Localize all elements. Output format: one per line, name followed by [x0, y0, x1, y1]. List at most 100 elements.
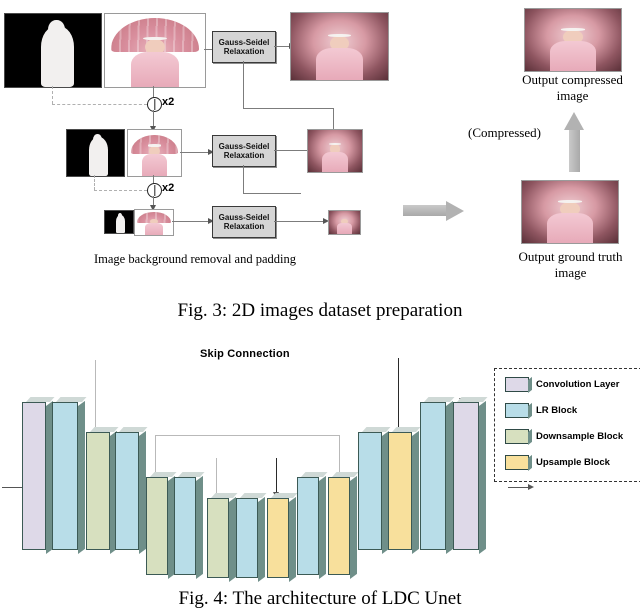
mask-silhouette-shape	[115, 214, 126, 233]
unet-output-arrowhead	[528, 483, 534, 490]
gs-box-3-line1: Gauss-Seidel	[218, 212, 270, 222]
gs-box-2-line1: Gauss-Seidel	[218, 141, 270, 151]
swatch-side-face	[528, 376, 532, 393]
arrow-tip	[564, 112, 584, 130]
mask-silhouette-shape	[88, 137, 109, 176]
unet-block-downsample-1	[86, 427, 119, 554]
unet-input-arrow-line	[2, 487, 24, 488]
unet-block-lr-3	[174, 472, 205, 579]
skip-line-mid-vertical	[216, 458, 217, 498]
gs-box-3-line2: Relaxation	[223, 222, 265, 231]
gs1-feedback-down	[243, 61, 244, 108]
downsample-node-1	[147, 97, 162, 112]
legend-label-convolution-layer: Convolution Layer	[536, 379, 620, 390]
block-side-face	[479, 400, 486, 554]
block-front-face	[115, 432, 139, 550]
headband-shape	[148, 144, 161, 147]
row3-padded-photo	[134, 209, 174, 236]
skip-line-inner-top	[155, 435, 340, 436]
body-shape	[337, 222, 352, 234]
block-front-face	[52, 402, 78, 550]
body-shape	[316, 47, 363, 80]
unet-block-lr-5	[358, 427, 391, 554]
processed-canvas-groundtruth	[522, 181, 618, 243]
block-side-face	[319, 475, 326, 579]
body-shape	[131, 51, 179, 87]
block-front-face	[86, 432, 110, 550]
photo-canvas	[135, 210, 173, 235]
processed-canvas-compressed	[525, 9, 621, 71]
swatch-side-face	[528, 402, 532, 419]
legend-row-downsample-block: Downsample Block	[505, 428, 624, 445]
unet-block-upsample-2	[328, 472, 359, 579]
processed-canvas-2	[308, 130, 362, 172]
output-ground-truth-label: Output ground truth image	[501, 249, 640, 282]
block-front-face	[453, 402, 479, 550]
downsample-label-2: x2	[162, 182, 175, 194]
block-front-face	[22, 402, 46, 550]
processed-canvas-3	[329, 211, 360, 234]
unet-legend-box: Convolution Layer LR Block Downsample Bl…	[494, 368, 640, 482]
row3-gs-to-output-line	[274, 221, 325, 222]
row1-source-photo	[104, 13, 206, 88]
output-compressed-image	[524, 8, 622, 72]
headband-shape	[327, 33, 352, 38]
gauss-seidel-box-2: Gauss-Seidel Relaxation	[212, 135, 276, 167]
legend-label-lr-block: LR Block	[536, 405, 578, 416]
block-front-face	[146, 477, 168, 575]
body-shape	[549, 41, 597, 71]
photo-canvas	[105, 14, 205, 87]
arrow-shaft	[403, 205, 447, 216]
gs1-feedback-to-row2	[333, 108, 334, 129]
legend-swatch-downsample-block	[505, 428, 532, 445]
compressed-up-arrow	[564, 112, 584, 172]
block-side-face	[412, 430, 419, 554]
figure-3-caption: Fig. 3: 2D images dataset preparation	[177, 300, 463, 321]
unet-block-downsample-2	[146, 472, 177, 579]
unet-block-downsample-3	[207, 493, 238, 582]
block-side-face	[446, 400, 453, 554]
row1-processed-output-image	[290, 12, 389, 81]
block-side-face	[196, 475, 203, 579]
unet-block-lr-2	[115, 427, 148, 554]
block-front-face	[207, 498, 229, 578]
unet-block-upsample-1	[267, 493, 298, 582]
row1-binary-mask-image	[4, 13, 102, 88]
legend-swatch-lr-block	[505, 402, 532, 419]
row3-binary-mask-image	[104, 210, 134, 234]
gauss-seidel-box-1: Gauss-Seidel Relaxation	[212, 31, 276, 63]
row1-mask-dashed-right	[52, 104, 147, 105]
output-ground-truth-label-line2: image	[554, 265, 587, 281]
output-ground-truth-image	[521, 180, 619, 244]
row2-padded-photo	[127, 129, 182, 177]
block-side-face	[139, 430, 146, 554]
block-front-face	[236, 498, 258, 578]
figure-4-ldc-unet: Skip Connection Convolution Layer LR Blo…	[0, 340, 640, 611]
gs2-feedback-down	[243, 165, 244, 193]
block-side-face	[78, 400, 85, 554]
row1-mask-dashed-down	[52, 86, 53, 104]
swatch-side-face	[528, 428, 532, 445]
mask-silhouette-shape	[41, 25, 75, 87]
gs-box-1-line2: Relaxation	[223, 47, 265, 56]
block-front-face	[388, 432, 412, 550]
row2-processed-output-image	[307, 129, 363, 173]
body-shape	[322, 151, 348, 172]
output-compressed-label: Output compressed image	[505, 72, 640, 105]
body-shape	[144, 223, 164, 235]
compressed-arrow-label: (Compressed)	[468, 125, 541, 140]
block-front-face	[358, 432, 382, 550]
gs-box-1-line1: Gauss-Seidel	[218, 37, 270, 47]
legend-row-upsample-block: Upsample Block	[505, 454, 610, 471]
block-front-face	[297, 477, 319, 575]
fig3-sublabel: Image background removal and padding	[93, 252, 296, 266]
block-front-face	[174, 477, 196, 575]
figure-4-caption: Fig. 4: The architecture of LDC Unet	[178, 588, 462, 609]
unet-block-lr-bottleneck	[236, 493, 267, 582]
row3-photo-to-gs-line	[172, 221, 210, 222]
block-front-face	[420, 402, 446, 550]
legend-label-downsample-block: Downsample Block	[536, 431, 624, 442]
unet-output-arrow-line	[508, 487, 530, 488]
body-shape	[546, 213, 594, 243]
block-side-face	[350, 475, 357, 579]
